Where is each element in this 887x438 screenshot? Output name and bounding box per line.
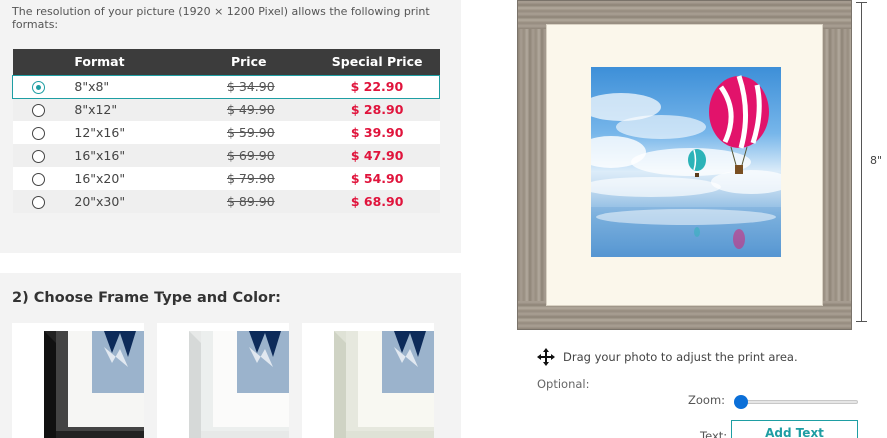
photo-print-area[interactable] [591, 67, 781, 257]
resolution-intro-text: The resolution of your picture (1920 × 1… [12, 5, 430, 31]
format-row-8x8[interactable]: 8"x8" $ 34.90 $ 22.90 [12, 74, 440, 99]
white-frame-thumbnail [189, 331, 289, 438]
header-format: Format [74, 49, 227, 75]
dimension-tick-bottom [856, 321, 867, 322]
special-price: $ 22.90 [350, 79, 404, 94]
format-radio[interactable] [32, 81, 45, 94]
format-radio[interactable] [31, 196, 45, 209]
format-size: 20"x30" [74, 190, 227, 213]
zoom-label: Zoom: [688, 393, 726, 407]
balloon-photo [591, 75, 781, 257]
format-size: 16"x20" [74, 167, 227, 190]
regular-price: $ 49.90 [226, 102, 275, 118]
format-row-16x20[interactable]: 16"x20" $ 79.90 $ 54.90 [12, 167, 440, 190]
print-format-table: Format Price Special Price 8"x8" $ 34.90… [12, 49, 440, 213]
special-price: $ 68.90 [350, 194, 404, 209]
move-arrows-icon [537, 348, 555, 366]
frame-option-black[interactable] [12, 323, 144, 438]
optional-label: Optional: [537, 377, 590, 391]
dimension-label: 8" [870, 154, 883, 167]
regular-price: $ 34.90 [226, 79, 275, 94]
regular-price: $ 89.90 [226, 194, 275, 209]
print-format-panel: The resolution of your picture (1920 × 1… [0, 0, 461, 253]
format-row-20x30[interactable]: 20"x30" $ 89.90 $ 68.90 [12, 190, 440, 213]
format-radio[interactable] [31, 150, 45, 163]
header-price: Price [226, 49, 315, 75]
frame-option-white[interactable] [157, 323, 289, 438]
format-radio[interactable] [31, 173, 45, 186]
format-radio[interactable] [31, 127, 45, 140]
dimension-line [861, 2, 862, 322]
add-text-button[interactable]: Add Text [731, 420, 858, 438]
regular-price: $ 79.90 [226, 171, 275, 186]
special-price: $ 54.90 [350, 171, 404, 186]
passepartout-mat [546, 24, 823, 306]
frame-type-panel: 2) Choose Frame Type and Color: [0, 273, 461, 438]
format-size: 16"x16" [74, 144, 227, 167]
whitewash-frame-thumbnail [334, 331, 434, 438]
zoom-slider-thumb[interactable] [734, 395, 748, 409]
format-row-16x16[interactable]: 16"x16" $ 69.90 $ 47.90 [12, 144, 440, 167]
special-price: $ 28.90 [350, 102, 404, 118]
format-size: 12"x16" [74, 121, 227, 144]
table-header-row: Format Price Special Price [12, 49, 440, 75]
text-label: Text: [700, 429, 728, 438]
regular-price: $ 69.90 [226, 148, 275, 163]
drag-hint-text: Drag your photo to adjust the print area… [563, 350, 798, 364]
regular-price: $ 59.90 [226, 125, 275, 140]
format-row-12x16[interactable]: 12"x16" $ 59.90 $ 39.90 [12, 121, 440, 144]
special-price: $ 39.90 [350, 125, 404, 140]
format-row-8x12[interactable]: 8"x12" $ 49.90 $ 28.90 [12, 98, 440, 121]
format-radio[interactable] [31, 104, 45, 118]
format-size: 8"x8" [74, 74, 227, 99]
zoom-slider[interactable] [734, 395, 858, 409]
format-size: 8"x12" [74, 98, 227, 121]
header-special-price: Special Price [314, 49, 440, 75]
drag-hint: Drag your photo to adjust the print area… [537, 348, 798, 366]
frame-section-title: 2) Choose Frame Type and Color: [12, 290, 281, 306]
zoom-slider-track[interactable] [738, 400, 858, 404]
framed-photo-preview[interactable] [517, 0, 852, 330]
black-frame-thumbnail [44, 331, 144, 438]
special-price: $ 47.90 [350, 148, 404, 163]
frame-option-whitewash[interactable] [302, 323, 434, 438]
